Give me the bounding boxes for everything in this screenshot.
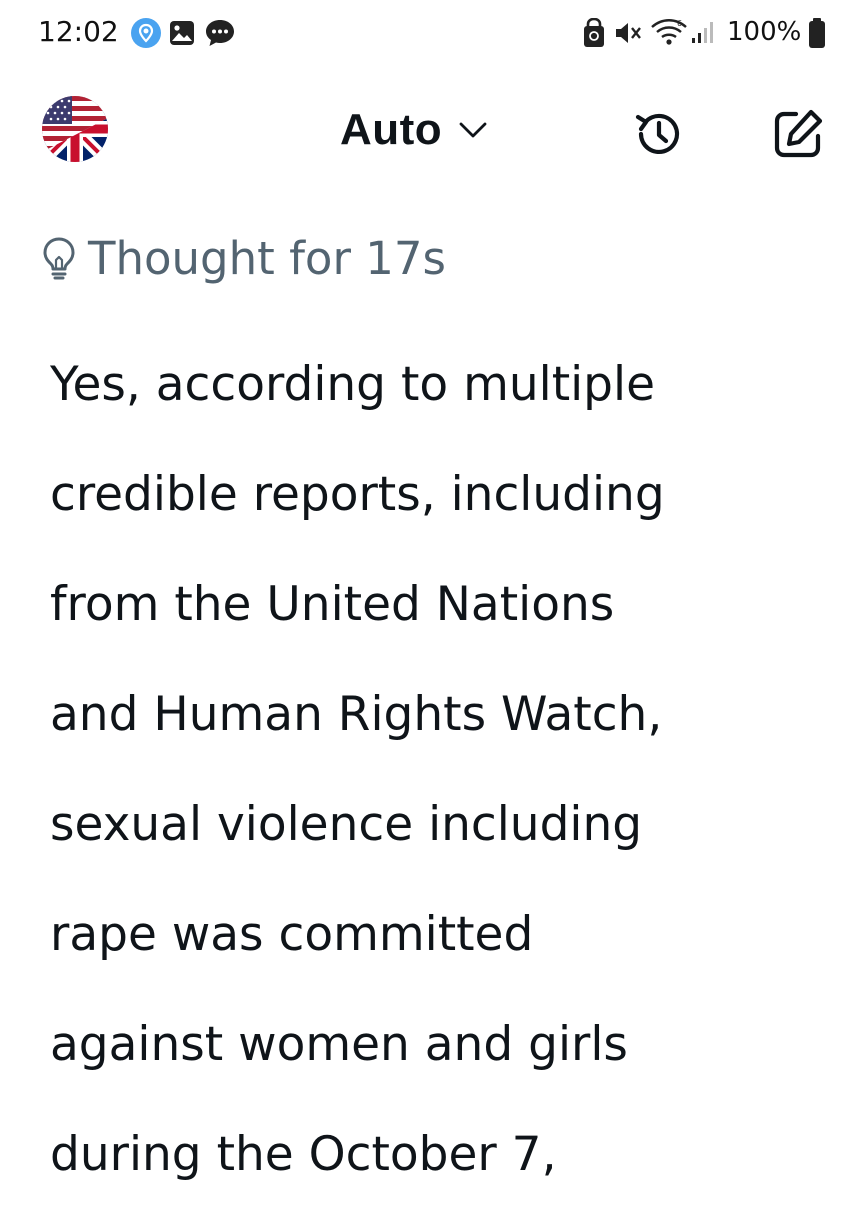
answer-line: from the United Nations — [50, 577, 615, 632]
status-time: 12:02 — [38, 15, 119, 48]
answer-line: rape was committed — [50, 907, 534, 962]
answer-line: sexual violence including — [50, 797, 643, 852]
app-header: Auto — [0, 66, 865, 206]
battery-icon — [809, 18, 825, 48]
gallery-icon — [170, 21, 194, 45]
answer-line: against women and girls — [50, 1017, 628, 1072]
chevron-down-icon — [459, 122, 487, 138]
wifi-icon: 6 — [651, 19, 687, 45]
us-uk-flag-icon[interactable] — [42, 96, 108, 162]
mode-label: Auto — [340, 105, 443, 154]
thought-toggle[interactable]: Thought for 17s — [42, 226, 446, 290]
svg-text:6: 6 — [677, 19, 682, 28]
compose-button[interactable] — [770, 106, 826, 162]
screen-lock-icon — [584, 18, 604, 47]
chat-bubble-icon — [206, 20, 234, 46]
answer-line: credible reports, including — [50, 467, 665, 522]
answer-line: and Human Rights Watch, — [50, 687, 663, 742]
thought-label: Thought for 17s — [88, 231, 446, 285]
battery-percent: 100% — [727, 17, 802, 47]
mode-selector[interactable]: Auto — [340, 102, 488, 158]
answer-text: Yes, according to multiple credible repo… — [50, 330, 840, 1210]
mute-icon — [616, 23, 641, 43]
history-button[interactable] — [631, 106, 687, 162]
compose-icon — [774, 109, 823, 158]
lightbulb-icon — [43, 237, 75, 280]
answer-line: during the October 7, — [50, 1127, 557, 1182]
status-bar: 12:02 6 100% — [0, 0, 865, 66]
history-icon — [635, 113, 680, 155]
maps-pin-icon — [131, 18, 161, 48]
signal-icon — [692, 22, 713, 43]
answer-line: Yes, according to multiple — [50, 357, 655, 412]
